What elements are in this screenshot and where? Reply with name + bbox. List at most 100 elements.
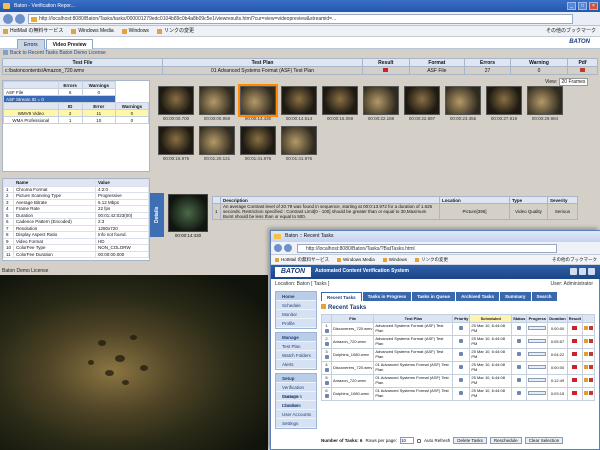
thumbnail-time: 00:00:16.975 xyxy=(162,156,190,161)
error-frame-thumbnail[interactable] xyxy=(168,194,208,232)
popup-address-bar[interactable]: http://localhost:8080/Baton/Tasks/?BatTa… xyxy=(297,244,557,253)
task-tabs: Recent Tasks Tasks in Progress Tasks in … xyxy=(321,292,557,301)
asf-file-row[interactable]: ASF File 6 0 xyxy=(3,88,149,96)
frame-thumbnail-selected[interactable] xyxy=(238,84,278,117)
frame-thumbnail[interactable] xyxy=(281,126,317,155)
select-all-checkbox[interactable] xyxy=(320,314,333,323)
asf-stream-row[interactable]: ASF Stream ID = 0 xyxy=(3,95,149,103)
sidebar-item-settings[interactable]: Settings xyxy=(276,419,316,428)
column-header[interactable]: Test Plan xyxy=(373,314,454,323)
tab-archived-tasks[interactable]: Archived Tasks xyxy=(456,292,499,301)
view-dropdown[interactable]: 20 Frames xyxy=(558,78,589,86)
tab-tasks-in-queue[interactable]: Tasks in Queue xyxy=(412,292,456,301)
frame-thumbnail[interactable] xyxy=(158,86,194,115)
tab-summary[interactable]: Summary xyxy=(500,292,531,301)
clear-selection-button[interactable]: Clear Selection xyxy=(524,437,564,444)
stream-row[interactable]: WMA Professional 1 10 0 xyxy=(3,116,150,124)
column-header[interactable]: Priority xyxy=(452,314,471,323)
column-header[interactable]: Progress xyxy=(526,314,549,323)
other-bookmarks[interactable]: その他のブックマーク xyxy=(552,255,597,265)
table-row[interactable]: 1 Discoverers_720.wmv Advanced Systems F… xyxy=(320,322,596,336)
sidebar-item-test-plan[interactable]: Test Plan xyxy=(276,342,316,351)
frame-thumbnail[interactable] xyxy=(199,86,235,115)
column-header: Type xyxy=(509,196,548,204)
sidebar-item-profile[interactable]: Profile xyxy=(276,319,316,328)
reschedule-button[interactable]: Reschedule xyxy=(489,437,522,444)
bookmark-item[interactable]: HotMail の無料サービス xyxy=(275,255,329,264)
frame-thumbnail[interactable] xyxy=(445,86,481,115)
tab-search[interactable]: Search xyxy=(531,292,557,301)
sidebar-item-verification-managers[interactable]: Verification Managers xyxy=(276,383,316,399)
back-to-recent-tasks-link[interactable]: Back to Recent Tasks Baton Demo License xyxy=(3,50,106,56)
sidebar-item-manage[interactable]: Manage xyxy=(276,333,316,342)
bookmark-item[interactable]: Windows xyxy=(382,255,407,264)
frame-thumbnail[interactable] xyxy=(199,126,235,155)
browser-tab-title[interactable]: Baton - Verification Repor... xyxy=(14,3,75,9)
sidebar-item-watch-folders[interactable]: Watch Folders xyxy=(276,351,316,360)
auto-refresh-checkbox[interactable] xyxy=(416,438,421,443)
maximize-icon[interactable]: □ xyxy=(578,2,587,10)
other-bookmarks[interactable]: その他のブックマーク xyxy=(546,26,596,37)
help-icon[interactable] xyxy=(579,268,586,275)
pdf-icon[interactable] xyxy=(579,67,585,72)
tab-video-preview[interactable]: Video Preview xyxy=(45,39,94,49)
logout-icon[interactable] xyxy=(588,268,595,275)
column-header[interactable]: Duration xyxy=(547,314,568,323)
bookmark-item[interactable]: リンクの変更 xyxy=(156,26,194,36)
address-bar[interactable]: http://localhost:8080/Baton/Tasks/tasks/… xyxy=(28,14,573,24)
column-header[interactable]: Status xyxy=(511,314,528,323)
tab-recent-tasks[interactable]: Recent Tasks xyxy=(321,292,362,301)
bookmark-item[interactable]: リンクの変更 xyxy=(415,255,448,264)
delete-tasks-button[interactable]: Delete Tasks xyxy=(453,437,487,444)
frame-thumbnail[interactable] xyxy=(404,86,440,115)
table-row[interactable]: 1 An average Contrast level of 20.79 was… xyxy=(212,203,578,220)
frame-thumbnail[interactable] xyxy=(240,126,276,155)
frame-thumbnail[interactable] xyxy=(363,86,399,115)
minimize-icon[interactable]: _ xyxy=(567,2,576,10)
table-row[interactable]: 5 Amazon_720.wmv 01 Advanced Systems For… xyxy=(320,374,596,388)
column-header[interactable]: File xyxy=(331,314,375,323)
table-row[interactable]: c:\batoncontents\Amazon_720.wmv 01 Advan… xyxy=(2,66,599,75)
table-row[interactable]: 6 Dolphins_1080.wmv 01 Advanced Systems … xyxy=(320,387,596,401)
view-selector[interactable]: View: 20 Frames xyxy=(545,78,589,86)
format-cell: ASF File xyxy=(408,66,466,75)
bookmark-item[interactable]: Windows Media xyxy=(71,26,114,36)
fail-flag-icon xyxy=(572,326,578,331)
frame-thumbnail[interactable] xyxy=(281,86,317,115)
stream-row[interactable]: WMV9 Video 2 11 0 xyxy=(3,109,150,117)
sidebar-item-schedule[interactable]: Schedule xyxy=(276,301,316,310)
sidebar-item-setup[interactable]: Setup xyxy=(276,374,316,383)
column-header: Result xyxy=(362,58,410,67)
table-row[interactable]: 3 Dolphins_1080.wmv Advanced Systems For… xyxy=(320,348,596,362)
bookmark-item[interactable]: Windows xyxy=(121,26,149,36)
back-icon[interactable] xyxy=(3,14,13,24)
frame-thumbnail[interactable] xyxy=(322,86,358,115)
sidebar-item-user-accounts[interactable]: User Accounts xyxy=(276,410,316,419)
rows-per-page-select[interactable]: 10 xyxy=(399,437,414,444)
sidebar-item-checkers[interactable]: Checkers xyxy=(276,401,316,410)
details-tab[interactable]: Details xyxy=(150,193,164,237)
column-header[interactable]: Result xyxy=(566,314,583,323)
priority-icon xyxy=(459,391,464,396)
frame-thumbnail[interactable] xyxy=(527,86,563,115)
table-row[interactable]: 2 Amazon_720.wmv Advanced Systems Format… xyxy=(320,335,596,349)
forward-icon[interactable] xyxy=(284,244,292,252)
home-icon[interactable] xyxy=(570,268,577,275)
column-header-sorted[interactable]: Scheduled xyxy=(469,314,513,323)
forward-icon[interactable] xyxy=(15,14,25,24)
bookmark-item[interactable]: Windows Media xyxy=(337,255,375,264)
tab-tasks-in-progress[interactable]: Tasks in Progress xyxy=(362,292,412,301)
video-player[interactable] xyxy=(0,275,268,450)
back-icon[interactable] xyxy=(274,244,282,252)
table-row[interactable]: 4 Discoverers_720.wmv 01 Advanced System… xyxy=(320,361,596,375)
sidebar-item-home[interactable]: Home xyxy=(276,292,316,301)
frame-thumbnail[interactable] xyxy=(158,126,194,155)
close-icon[interactable]: × xyxy=(589,2,598,10)
tab-errors[interactable]: Errors xyxy=(17,39,45,49)
frame-thumbnail[interactable] xyxy=(486,86,522,115)
bookmark-item[interactable]: HotMail の無料サービス xyxy=(3,26,63,36)
sidebar-item-content-location[interactable]: Content Location xyxy=(276,392,316,408)
sidebar-item-alerts[interactable]: Alerts xyxy=(276,360,316,369)
popup-tab-title[interactable]: Baton :: Recent Tasks xyxy=(285,233,334,239)
sidebar-item-monitor[interactable]: Monitor xyxy=(276,310,316,319)
